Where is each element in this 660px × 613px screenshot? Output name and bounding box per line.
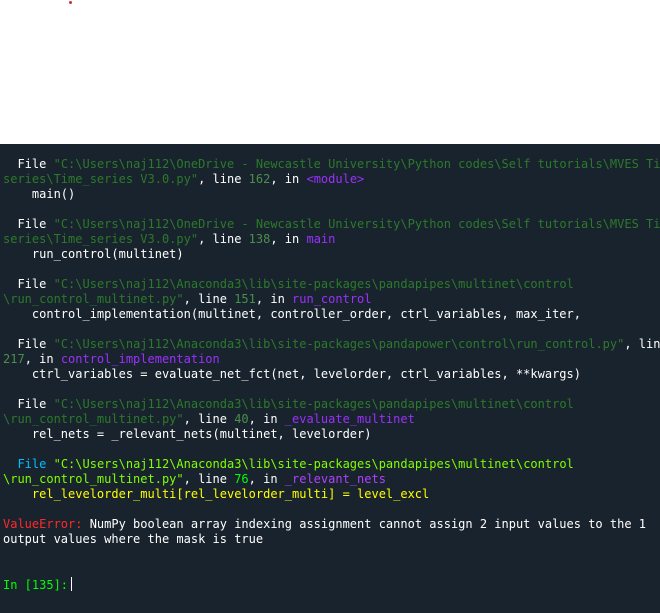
traceback-file-line-cont: \run_control_multinet.py", line 40, in _… [3,412,415,427]
line-keyword: , line [183,472,235,486]
function-name: _relevant_nets [284,472,386,486]
line-keyword: , line [624,337,660,351]
source-code: rel_nets = _relevant_nets(multinet, leve… [31,427,372,441]
file-keyword: File [17,397,47,411]
line-number: 138 [248,232,271,246]
input-prompt: In [135]: [3,578,69,592]
traceback-file-line-cont: 217, in control_implementation [3,352,220,367]
file-path: "C:\Users\naj112\Anaconda3\lib\site-pack… [53,277,574,291]
file-keyword: File [17,157,47,171]
function-name: run_control [292,292,372,306]
line-keyword: , line [183,292,235,306]
error-line: ValueError: NumPy boolean array indexing… [3,517,646,532]
source-code: rel_levelorder_multi[rel_levelorder_mult… [31,487,430,501]
traceback-file-line: File "C:\Users\naj112\OneDrive - Newcast… [3,157,660,172]
traceback-file-line: File "C:\Users\naj112\Anaconda3\lib\site… [3,277,574,292]
line-keyword: , line [183,412,235,426]
line-number: 76 [234,472,249,486]
file-path-cont: series\Time_series V3.0.py" [3,172,199,186]
error-message: NumPy boolean array indexing assignment … [82,517,647,531]
traceback-code-line-current: rel_levelorder_multi[rel_levelorder_mult… [3,487,429,502]
source-code: main() [31,187,76,201]
file-path-cont: series\Time_series V3.0.py" [3,232,199,246]
line-number: 151 [234,292,256,306]
line-keyword: , line [198,232,249,246]
traceback-file-line-cont-current: \run_control_multinet.py", line 76, in _… [3,472,386,487]
traceback-file-line: File "C:\Users\naj112\Anaconda3\lib\site… [3,397,574,412]
file-path: "C:\Users\naj112\Anaconda3\lib\site-pack… [53,337,625,351]
input-prompt-line[interactable]: In [135]: [3,577,73,592]
in-keyword: , in [270,172,307,186]
function-name: <module> [306,172,365,186]
in-keyword: , in [248,472,285,486]
in-keyword: , in [255,292,293,306]
function-name: main [306,232,336,246]
error-type: ValueError: [3,517,83,531]
source-code: control_implementation(multinet, control… [31,307,581,321]
source-code: run_control(multinet) [31,247,184,261]
function-name: _evaluate_multinet [284,412,415,426]
error-line-cont: output values where the mask is true [3,532,263,547]
traceback-code-line: run_control(multinet) [3,247,184,262]
traceback-code-line: control_implementation(multinet, control… [3,307,581,322]
text-cursor [71,577,73,591]
file-keyword: File [17,337,47,351]
in-keyword: , in [248,412,285,426]
function-name: control_implementation [60,352,220,366]
file-keyword: File [17,217,47,231]
file-path: "C:\Users\naj112\OneDrive - Newcastle Un… [53,217,660,231]
line-keyword: , line [198,172,249,186]
file-path: "C:\Users\naj112\OneDrive - Newcastle Un… [53,157,660,171]
file-path: "C:\Users\naj112\Anaconda3\lib\site-pack… [53,457,574,471]
plot-area [0,0,660,144]
line-number: 40 [234,412,249,426]
traceback-file-line-cont: \run_control_multinet.py", line 151, in … [3,292,372,307]
traceback-file-line-current: File "C:\Users\naj112\Anaconda3\lib\site… [3,457,574,472]
in-keyword: , in [24,352,61,366]
traceback-file-line-cont: series\Time_series V3.0.py", line 138, i… [3,232,335,247]
line-number: 162 [248,172,271,186]
ipython-console[interactable]: File "C:\Users\naj112\OneDrive - Newcast… [0,144,660,613]
file-keyword: File [17,457,47,471]
file-keyword: File [17,277,47,291]
line-number: 217 [3,352,25,366]
traceback-file-line-cont: series\Time_series V3.0.py", line 162, i… [3,172,364,187]
plot-marker [69,1,72,4]
error-message-cont: output values where the mask is true [3,532,264,546]
traceback-code-line: rel_nets = _relevant_nets(multinet, leve… [3,427,372,442]
in-keyword: , in [270,232,307,246]
traceback-code-line: ctrl_variables = evaluate_net_fct(net, l… [3,367,581,382]
file-path: "C:\Users\naj112\Anaconda3\lib\site-pack… [53,397,574,411]
traceback-file-line: File "C:\Users\naj112\OneDrive - Newcast… [3,217,660,232]
file-path-cont: \run_control_multinet.py" [3,472,184,486]
traceback-code-line: main() [3,187,75,202]
file-path-cont: \run_control_multinet.py" [3,292,184,306]
traceback-file-line: File "C:\Users\naj112\Anaconda3\lib\site… [3,337,660,352]
file-path-cont: \run_control_multinet.py" [3,412,184,426]
source-code: ctrl_variables = evaluate_net_fct(net, l… [31,367,581,381]
